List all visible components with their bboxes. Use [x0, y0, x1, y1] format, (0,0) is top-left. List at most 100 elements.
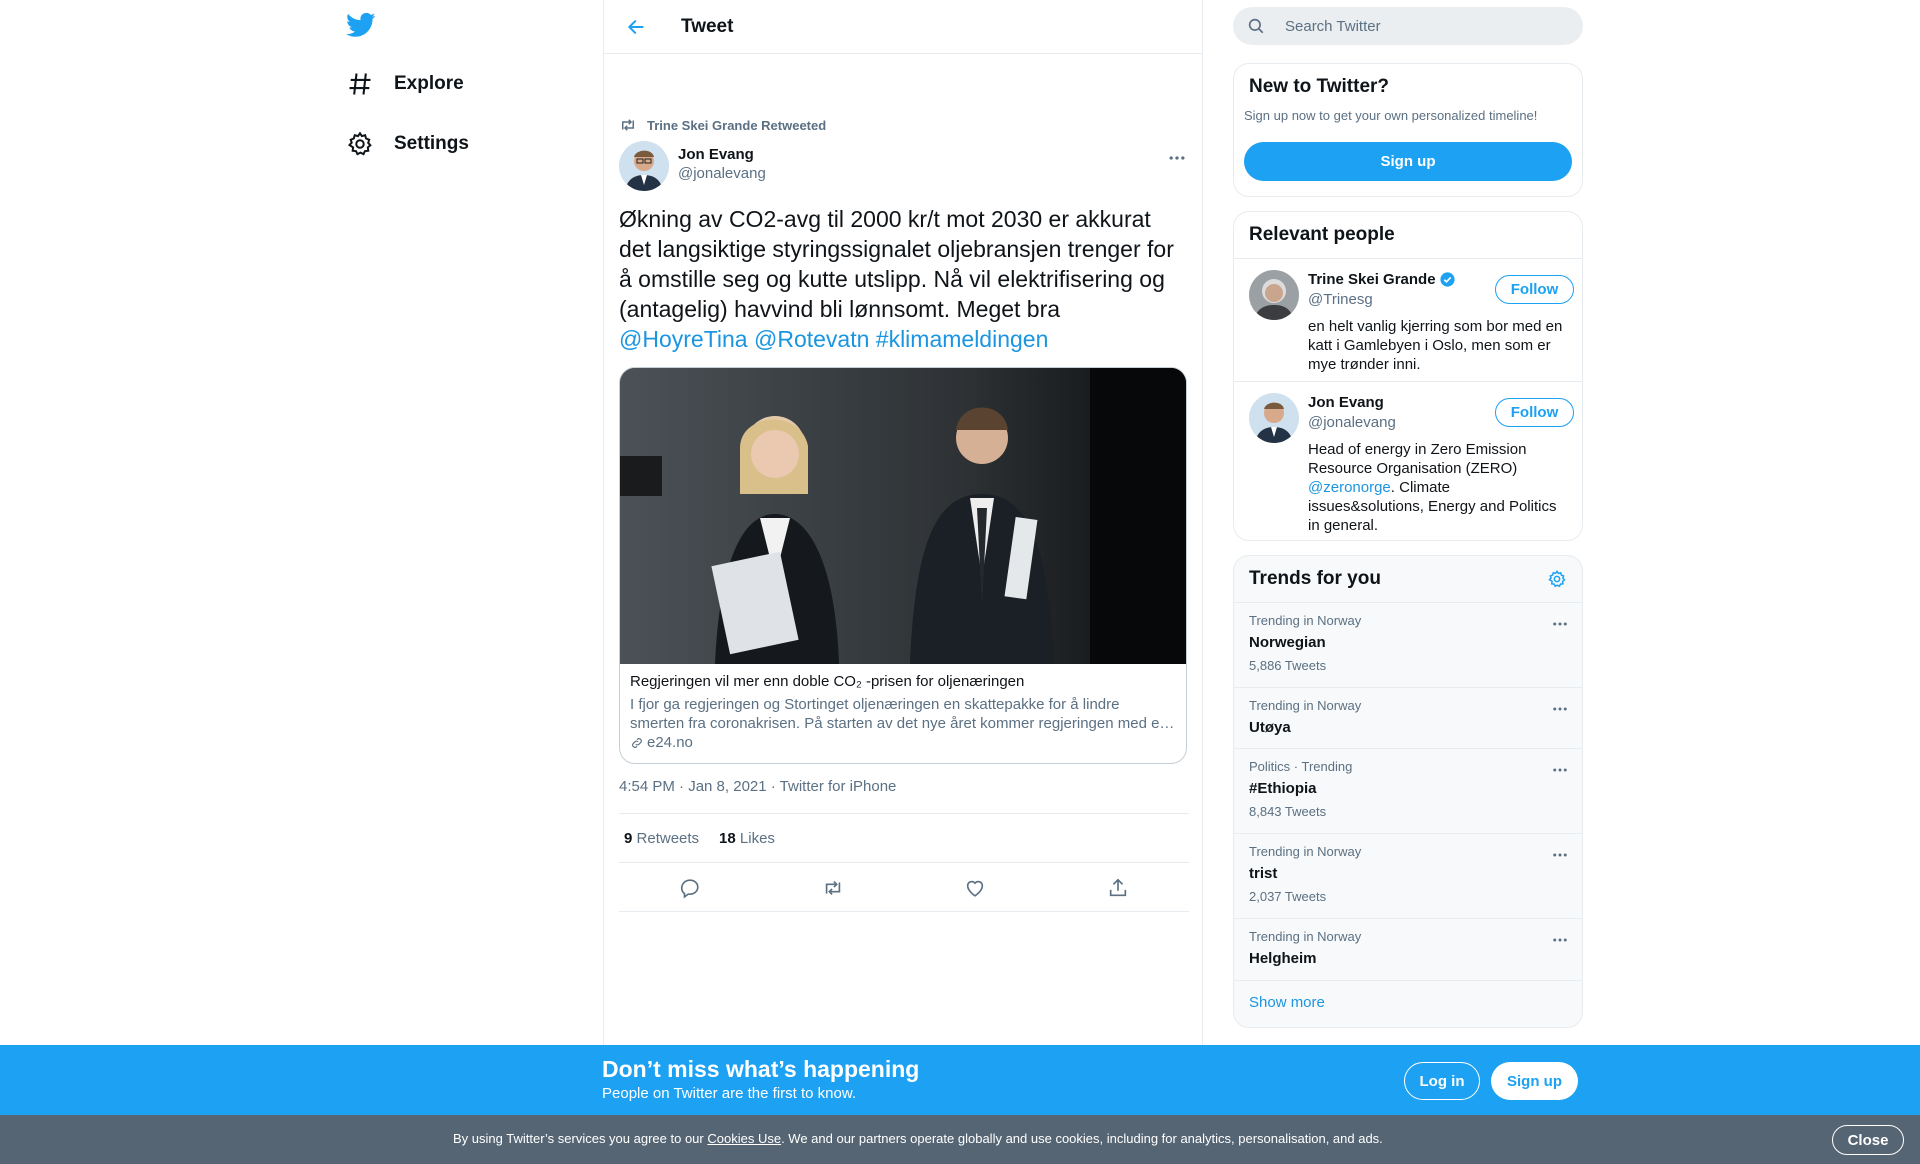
- card-image: [620, 368, 1186, 664]
- cookie-text: By using Twitter’s services you agree to…: [453, 1131, 1383, 1146]
- search-icon: [1248, 18, 1264, 34]
- likes-stat[interactable]: 18 Likes: [719, 830, 775, 847]
- tweet-actions: [619, 864, 1189, 912]
- person-name-label: Trine Skei Grande: [1308, 271, 1436, 288]
- trend-count: 5,886 Tweets: [1249, 658, 1327, 673]
- cookies-use-link[interactable]: Cookies Use: [707, 1131, 781, 1146]
- search-input[interactable]: [1285, 17, 1565, 35]
- author-handle[interactable]: @jonalevang: [678, 165, 766, 182]
- retweet-icon: [825, 880, 840, 895]
- person-name[interactable]: Trine Skei Grande: [1308, 271, 1456, 288]
- hashtag-icon: [346, 70, 374, 98]
- like-button[interactable]: [904, 877, 1047, 899]
- relevant-people-panel: Relevant people Trine Skei Grande @Trine…: [1233, 211, 1583, 541]
- person-bio-text: Head of energy in Zero Emission Resource…: [1308, 441, 1527, 477]
- trends-panel: Trends for you Trending in Norway Norweg…: [1233, 555, 1583, 1028]
- twitter-logo-icon[interactable]: [346, 10, 382, 46]
- retweets-stat[interactable]: 9 Retweets: [624, 830, 699, 847]
- follow-button[interactable]: Follow: [1495, 275, 1574, 304]
- likes-label: Likes: [739, 829, 775, 847]
- trend-more-button[interactable]: [1551, 700, 1569, 723]
- arrow-left-icon: [628, 19, 644, 34]
- person-item[interactable]: Jon Evang @jonalevang Head of energy in …: [1249, 393, 1574, 535]
- person-name[interactable]: Jon Evang: [1308, 394, 1384, 411]
- card-description: I fjor ga regjeringen og Stortinget olje…: [630, 696, 1175, 732]
- tweet-stats: 9 Retweets 18 Likes: [619, 813, 1189, 863]
- card-title: Regjeringen vil mer enn doble CO₂ -prise…: [630, 673, 1025, 690]
- tweet-more-button[interactable]: [1167, 148, 1187, 173]
- nav-settings[interactable]: Settings: [346, 120, 469, 168]
- page-title: Tweet: [681, 15, 734, 37]
- relevant-people-title: Relevant people: [1249, 224, 1395, 245]
- avatar[interactable]: [619, 141, 669, 191]
- person-bio: en helt vanlig kjerring som bor med en k…: [1308, 318, 1563, 373]
- trend-context: Trending in Norway: [1249, 844, 1362, 859]
- retweeted-by-label: Trine Skei Grande Retweeted: [647, 117, 827, 133]
- more-dots-icon: [1553, 622, 1567, 626]
- person-handle[interactable]: @jonalevang: [1308, 414, 1396, 431]
- mention-link[interactable]: @HoyreTina: [619, 326, 748, 352]
- share-icon: [1109, 878, 1126, 896]
- person-item[interactable]: Trine Skei Grande @Trinesg en helt vanli…: [1249, 270, 1574, 380]
- likes-count: 18: [719, 829, 736, 847]
- more-dots-icon: [1553, 707, 1567, 711]
- mention-link[interactable]: @Rotevatn: [754, 326, 869, 352]
- person-bio: Head of energy in Zero Emission Resource…: [1308, 440, 1568, 535]
- avatar[interactable]: [1249, 393, 1299, 443]
- link-icon: [632, 737, 642, 748]
- share-button[interactable]: [1047, 877, 1190, 899]
- banner-subtitle: People on Twitter are the first to know.: [602, 1085, 857, 1102]
- trend-item[interactable]: Trending in Norway Norwegian 5,886 Tweet…: [1234, 602, 1582, 687]
- new-to-twitter-subtitle: Sign up now to get your own personalized…: [1244, 108, 1538, 123]
- retweet-icon: [622, 119, 634, 131]
- new-to-twitter-panel: New to Twitter? Sign up now to get your …: [1233, 63, 1583, 197]
- tweet-meta: 4:54 PM · Jan 8, 2021 · Twitter for iPho…: [619, 778, 896, 795]
- retweet-context[interactable]: Trine Skei Grande Retweeted: [619, 116, 826, 134]
- show-more-link[interactable]: Show more: [1234, 980, 1582, 1024]
- retweets-label: Retweets: [636, 829, 700, 847]
- verified-badge-icon: [1439, 272, 1455, 287]
- author-name[interactable]: Jon Evang: [678, 146, 766, 163]
- back-button[interactable]: [618, 9, 654, 45]
- cookie-close-button[interactable]: Close: [1832, 1125, 1904, 1155]
- bio-mention-link[interactable]: @zeronorge: [1308, 479, 1391, 496]
- main-header: Tweet: [604, 0, 1202, 54]
- reply-icon: [681, 878, 699, 899]
- trend-more-button[interactable]: [1551, 615, 1569, 638]
- divider: [1234, 381, 1582, 382]
- person-handle[interactable]: @Trinesg: [1308, 291, 1373, 308]
- retweet-button[interactable]: [762, 877, 905, 899]
- link-card[interactable]: Regjeringen vil mer enn doble CO₂ -prise…: [619, 367, 1187, 764]
- trends-title: Trends for you: [1249, 568, 1381, 589]
- sidebar-signup-button[interactable]: Sign up: [1244, 142, 1572, 181]
- hashtag-link[interactable]: #klimameldingen: [876, 326, 1049, 352]
- search-box[interactable]: [1233, 7, 1583, 45]
- gear-icon: [346, 130, 374, 158]
- follow-button[interactable]: Follow: [1495, 398, 1574, 427]
- trend-more-button[interactable]: [1551, 761, 1569, 784]
- login-button[interactable]: Log in: [1404, 1062, 1480, 1100]
- trend-context: Trending in Norway: [1249, 698, 1362, 713]
- banner-title: Don’t miss what’s happening: [602, 1056, 920, 1082]
- nav-explore[interactable]: Explore: [346, 60, 464, 108]
- divider: [1234, 258, 1582, 259]
- trend-more-button[interactable]: [1551, 846, 1569, 869]
- trends-settings-button[interactable]: [1547, 569, 1567, 594]
- more-dots-icon: [1553, 768, 1567, 772]
- trend-item[interactable]: Trending in Norway Helgheim: [1234, 918, 1582, 980]
- signup-banner: Don’t miss what’s happening People on Tw…: [0, 1045, 1920, 1115]
- trend-more-button[interactable]: [1551, 931, 1569, 954]
- new-to-twitter-title: New to Twitter?: [1249, 76, 1390, 97]
- retweets-count: 9: [624, 829, 633, 847]
- trend-item[interactable]: Trending in Norway Utøya: [1234, 687, 1582, 748]
- avatar[interactable]: [1249, 270, 1299, 320]
- banner-signup-button[interactable]: Sign up: [1491, 1062, 1578, 1100]
- trend-item[interactable]: Trending in Norway trist 2,037 Tweets: [1234, 833, 1582, 918]
- tweet-source[interactable]: Twitter for iPhone: [780, 778, 897, 795]
- tweet-author[interactable]: Jon Evang @jonalevang: [619, 141, 766, 191]
- tweet-timestamp[interactable]: 4:54 PM · Jan 8, 2021: [619, 778, 767, 795]
- reply-button[interactable]: [619, 877, 762, 899]
- nav-settings-label: Settings: [394, 133, 469, 154]
- trend-item[interactable]: Politics · Trending #Ethiopia 8,843 Twee…: [1234, 748, 1582, 833]
- trend-name: trist: [1249, 865, 1278, 882]
